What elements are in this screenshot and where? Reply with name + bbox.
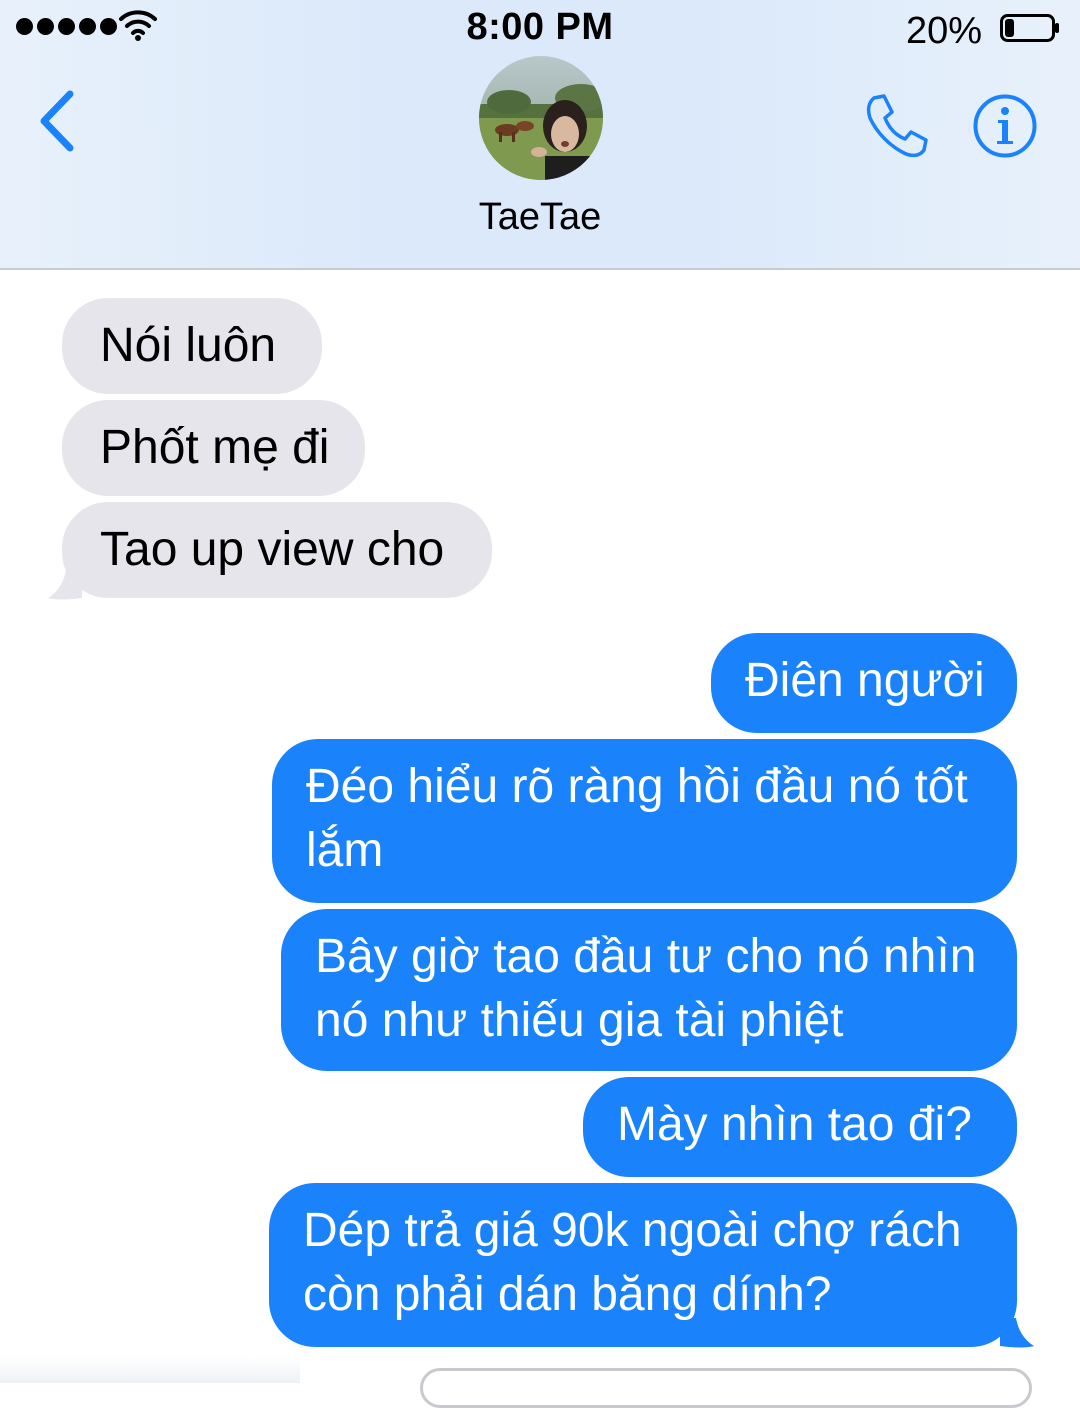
outgoing-bubble-tail <box>1000 1318 1034 1348</box>
contact-name[interactable]: TaeTae <box>0 196 1080 239</box>
battery-icon <box>1000 14 1059 42</box>
message-text-line: Bây giờ tao đầu tư cho nó nhìn <box>315 930 977 983</box>
message-text: Phốt mẹ đi <box>100 421 330 474</box>
message-input-field[interactable] <box>420 1368 1032 1408</box>
message-text: Điên người <box>745 654 985 707</box>
message-bubble-outgoing[interactable]: Bây giờ tao đầu tư cho nó nhìn nó như th… <box>281 909 1017 1071</box>
keyboard-area-edge <box>0 1356 300 1383</box>
message-text-line: Dép trả giá 90k ngoài chợ rách <box>303 1204 962 1257</box>
avatar[interactable] <box>479 56 603 180</box>
message-text-line: Đéo hiểu rõ ràng hồi đầu nó tốt <box>306 760 968 813</box>
message-text: Nói luôn <box>100 319 277 372</box>
message-text: Tao up view cho <box>100 523 445 576</box>
phone-icon[interactable] <box>860 90 932 162</box>
message-bubble-incoming[interactable]: Phốt mẹ đi <box>62 400 365 496</box>
message-text-line: còn phải dán băng dính? <box>303 1268 832 1321</box>
message-bubble-outgoing[interactable]: Mày nhìn tao đi? <box>583 1077 1017 1177</box>
message-text-line: lắm <box>306 824 384 877</box>
message-text-line: nó như thiếu gia tài phiệt <box>315 994 844 1047</box>
conversation-header: 8:00 PM 20% TaeTae <box>0 0 1080 270</box>
message-bubble-outgoing[interactable]: Đéo hiểu rõ ràng hồi đầu nó tốt lắm <box>272 739 1017 903</box>
back-button[interactable] <box>30 86 90 156</box>
status-bar: 8:00 PM 20% <box>0 0 1080 60</box>
message-bubble-incoming[interactable]: Tao up view cho <box>62 502 492 598</box>
incoming-bubble-tail <box>48 570 82 600</box>
info-icon[interactable] <box>972 93 1038 159</box>
battery-percentage: 20% <box>905 10 982 52</box>
message-bubble-outgoing[interactable]: Điên người <box>711 633 1017 733</box>
message-bubble-outgoing[interactable]: Dép trả giá 90k ngoài chợ rách còn phải … <box>269 1183 1017 1347</box>
message-bubble-incoming[interactable]: Nói luôn <box>62 298 322 394</box>
message-text: Mày nhìn tao đi? <box>617 1098 972 1151</box>
